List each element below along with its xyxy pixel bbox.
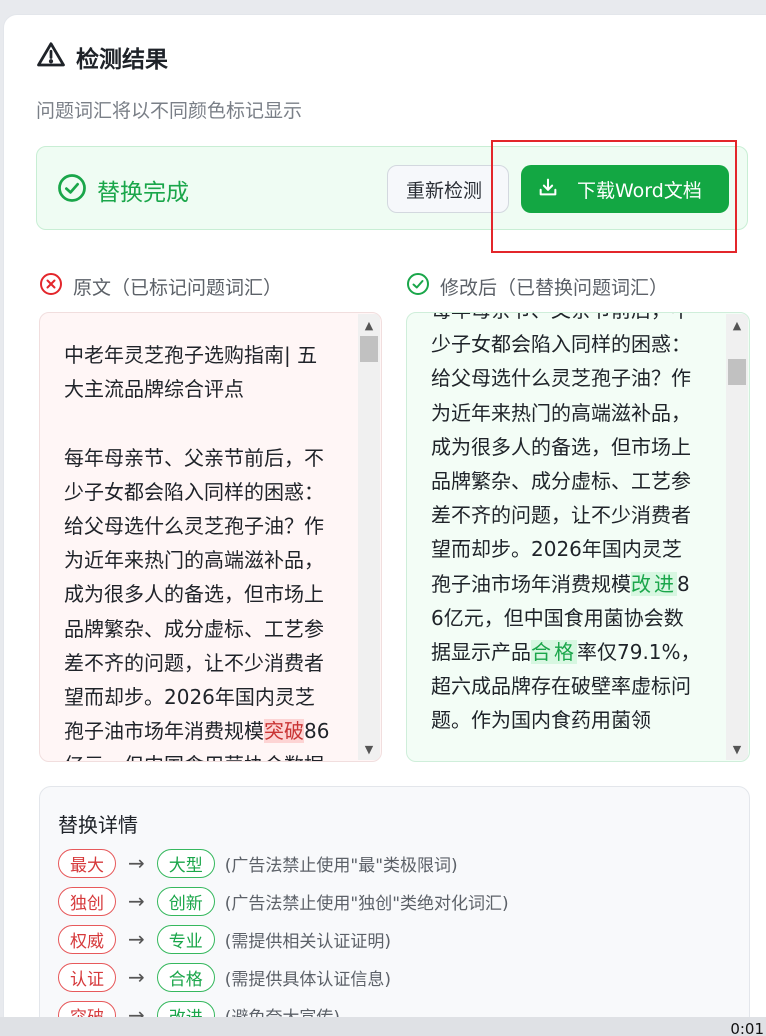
original-word-tag: 独创 (58, 886, 116, 916)
close-circle-icon (39, 272, 73, 301)
revised-header-label: 修改后（已替换问题词汇） (440, 277, 669, 299)
download-word-button[interactable]: 下载Word文档 (521, 165, 729, 213)
taskbar: 0:01 (0, 1017, 766, 1036)
arrow-right-icon: → (128, 965, 145, 989)
highlighted-word: 改进 (631, 571, 677, 596)
arrow-right-icon: → (128, 927, 145, 951)
replacement-details: 替换详情 最大 → 大型 (广告法禁止使用"最"类极限词) 独创 → 创新 (广告法禁止使用"… (39, 786, 750, 1036)
original-scrollbar[interactable]: ▲ ▼ (358, 314, 380, 760)
revised-header: 修改后（已替换问题词汇） (406, 272, 668, 301)
replacement-word-tag: 合格 (156, 962, 215, 992)
original-text-panel[interactable]: 中老年灵芝孢子选购指南| 五大主流品牌综合评点 每年母亲节、父亲节前后，不少子女… (39, 312, 382, 762)
replacement-word-tag: 专业 (156, 924, 215, 954)
arrow-right-icon: → (128, 851, 145, 875)
original-header-label: 原文（已标记问题词汇） (73, 277, 283, 299)
status-indicator: 替换完成 (57, 173, 189, 207)
arrow-right-icon: → (128, 889, 145, 913)
revised-text-panel[interactable]: 每年母亲节、父亲节前后，不少子女都会陷入同样的困惑：给父母选什么灵芝孢子油？作为… (406, 312, 750, 762)
replacement-reason: (广告法禁止使用"最"类极限词) (224, 855, 458, 876)
original-word-tag: 权威 (58, 924, 116, 954)
scroll-up-arrow-icon[interactable]: ▲ (358, 314, 380, 336)
title-row: 检测结果 (36, 40, 168, 74)
rule-row: 最大 → 大型 (广告法禁止使用"最"类极限词) (58, 848, 458, 878)
revised-text: 每年母亲节、父亲节前后，不少子女都会陷入同样的困惑：给父母选什么灵芝孢子油？作为… (431, 313, 701, 738)
scroll-up-arrow-icon[interactable]: ▲ (726, 314, 748, 336)
replacement-reason: (需提供相关认证证明) (224, 931, 392, 952)
original-header: 原文（已标记问题词汇） (39, 272, 282, 301)
warning-icon (36, 40, 66, 74)
page-subtitle: 问题词汇将以不同颜色标记显示 (36, 100, 303, 122)
taskbar-clock: 0:01 (730, 1020, 764, 1036)
highlighted-word: 突破 (264, 719, 304, 744)
revised-scrollbar[interactable]: ▲ ▼ (726, 314, 748, 760)
check-circle-icon (57, 173, 87, 207)
status-text: 替换完成 (97, 180, 189, 206)
replacement-reason: (广告法禁止使用"独创"类绝对化词汇) (224, 893, 509, 914)
page-title: 检测结果 (76, 47, 168, 73)
replacement-word-tag: 大型 (156, 848, 215, 878)
recheck-button[interactable]: 重新检测 (387, 165, 509, 213)
scroll-down-arrow-icon[interactable]: ▼ (358, 738, 380, 760)
original-word-tag: 最大 (58, 848, 116, 878)
rule-row: 独创 → 创新 (广告法禁止使用"独创"类绝对化词汇) (58, 886, 509, 916)
text-segment: 每年母亲节、父亲节前后，不少子女都会陷入同样的困惑：给父母选什么灵芝孢子油？作为… (431, 313, 691, 596)
rule-row: 权威 → 专业 (需提供相关认证证明) (58, 924, 391, 954)
highlighted-word: 合格 (531, 640, 577, 665)
original-text: 中老年灵芝孢子选购指南| 五大主流品牌综合评点 每年母亲节、父亲节前后，不少子女… (64, 338, 334, 761)
original-word-tag: 认证 (58, 962, 116, 992)
download-icon (537, 176, 577, 203)
rule-row: 认证 → 合格 (需提供具体认证信息) (58, 962, 391, 992)
scroll-down-arrow-icon[interactable]: ▼ (726, 738, 748, 760)
details-title: 替换详情 (58, 813, 138, 837)
status-bar: 替换完成 重新检测 下载Word文档 (36, 146, 748, 230)
download-button-label: 下载Word文档 (577, 179, 702, 202)
scrollbar-thumb[interactable] (728, 358, 746, 385)
scrollbar-thumb[interactable] (360, 336, 378, 362)
replacement-reason: (需提供具体认证信息) (224, 969, 392, 990)
replacement-word-tag: 创新 (156, 886, 215, 916)
text-segment: 中老年灵芝孢子选购指南| 五大主流品牌综合评点 每年母亲节、父亲节前后，不少子女… (64, 343, 324, 744)
check-circle-icon (406, 272, 440, 301)
